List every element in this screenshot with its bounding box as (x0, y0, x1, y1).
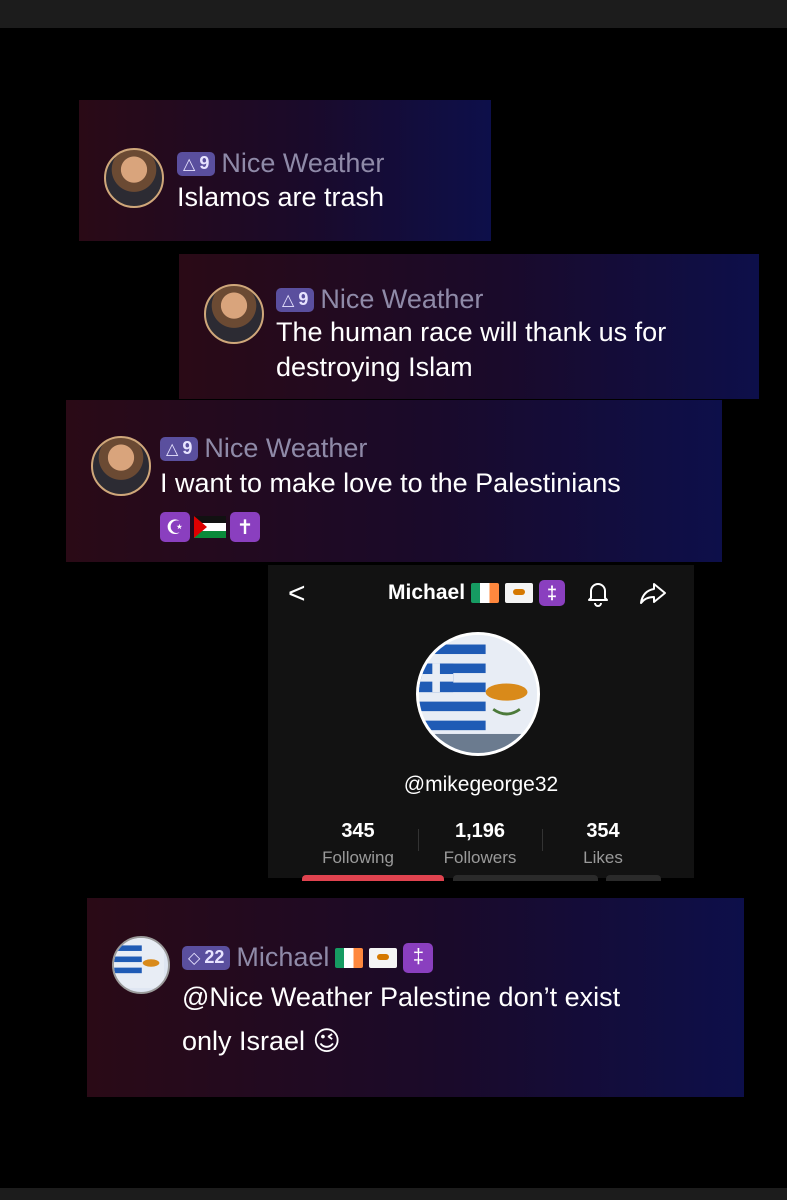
emoji-row: ☪ ✝ (160, 512, 260, 542)
comment-text-line-2: destroying Islam (276, 352, 473, 382)
follow-button[interactable] (302, 875, 444, 881)
chevron-left-icon[interactable]: < (288, 577, 306, 611)
comment-text: I want to make love to the Palestinians (160, 468, 621, 498)
comment-text-line-1: The human race will thank us for (276, 317, 667, 347)
ireland-flag-icon (335, 947, 364, 968)
ireland-flag-icon (471, 583, 500, 603)
share-arrow-icon[interactable] (638, 579, 668, 607)
triangle-badge-icon: △ (183, 155, 196, 173)
comment-card: △ 9 Nice Weather The human race will than… (179, 254, 759, 399)
rank-badge: ◇ 22 (182, 945, 231, 970)
stat-divider (418, 829, 419, 851)
orthodox-cross-icon: ‡ (539, 580, 566, 606)
profile-name-row: Michael ‡ (388, 580, 566, 606)
comment-meta: △ 9 Nice Weather (276, 284, 483, 315)
wink-emoji-icon: 😉 (312, 1026, 341, 1056)
stat-followers[interactable]: 1,196 Followers (420, 820, 540, 868)
comment-meta: △ 9 Nice Weather (177, 148, 384, 179)
comment-meta: ◇ 22 Michael ‡ (182, 942, 434, 973)
avatar[interactable] (204, 284, 264, 344)
orthodox-cross-icon: ‡ (403, 942, 434, 973)
comment-card: △ 9 Nice Weather Islamos are trash (79, 100, 491, 241)
star-crescent-icon: ☪ (160, 512, 190, 542)
stat-label: Followers (443, 848, 517, 867)
comment-text-line-1: @Nice Weather Palestine don’t exist (182, 982, 621, 1012)
stat-label: Following (322, 848, 394, 867)
rank-badge: △ 9 (276, 287, 315, 312)
greece-cyprus-flag-icon (419, 635, 537, 753)
username[interactable]: Nice Weather (221, 148, 384, 179)
stat-label: Likes (583, 848, 623, 867)
comment-text: only Israel (182, 1026, 306, 1056)
username[interactable]: Michael (236, 942, 329, 973)
message-button[interactable] (453, 875, 598, 881)
cyprus-flag-icon (505, 583, 534, 603)
comment-card: △ 9 Nice Weather I want to make love to t… (66, 400, 722, 562)
comment-card: ◇ 22 Michael ‡ @Nice Weather Palestine do… (87, 898, 744, 1097)
diamond-badge-icon: ◇ (188, 949, 201, 967)
profile-name: Michael (388, 581, 466, 604)
more-button[interactable] (606, 875, 661, 881)
username[interactable]: Nice Weather (320, 284, 483, 315)
latin-cross-icon: ✝ (230, 512, 260, 542)
avatar[interactable] (91, 436, 151, 496)
stat-value: 354 (586, 820, 620, 842)
stat-value: 1,196 (454, 820, 506, 842)
comment-text-line-2: only Israel 😉 (182, 1024, 341, 1059)
bell-icon[interactable] (584, 579, 612, 607)
rank-badge: △ 9 (160, 436, 199, 461)
comment-meta: △ 9 Nice Weather (160, 433, 367, 464)
rank-badge: △ 9 (177, 151, 216, 176)
profile-handle: @mikegeorge32 (403, 773, 559, 796)
cyprus-flag-icon (369, 947, 398, 968)
stat-following[interactable]: 345 Following (298, 820, 418, 868)
palestine-flag-icon (194, 516, 226, 538)
triangle-badge-icon: △ (166, 440, 179, 458)
stat-likes[interactable]: 354 Likes (543, 820, 663, 868)
profile-card: < Michael ‡ @mikegeorge32 345 Following … (268, 565, 694, 881)
profile-avatar[interactable] (416, 632, 540, 756)
comment-text: Islamos are trash (177, 182, 385, 212)
greece-cyprus-flag-icon (114, 938, 164, 988)
avatar[interactable] (104, 148, 164, 208)
avatar[interactable] (112, 936, 170, 994)
username[interactable]: Nice Weather (204, 433, 367, 464)
triangle-badge-icon: △ (282, 291, 295, 309)
stat-value: 345 (341, 820, 375, 842)
top-bar (0, 0, 787, 28)
bottom-bar (0, 1188, 787, 1200)
